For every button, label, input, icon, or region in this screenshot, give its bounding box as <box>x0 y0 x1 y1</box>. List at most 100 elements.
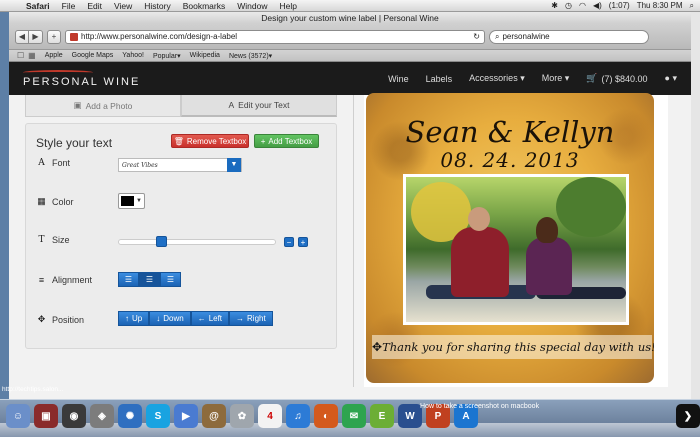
menu-history[interactable]: History <box>138 1 176 11</box>
volume-icon[interactable]: ◀) <box>593 1 602 10</box>
safari-icon[interactable]: ✺ <box>118 404 142 428</box>
arrow-right-icon: → <box>236 314 245 323</box>
align-left-button[interactable]: ☰ <box>118 272 139 287</box>
font-label: Font <box>52 158 71 168</box>
bookmark-news[interactable]: News (3572)▾ <box>229 52 272 60</box>
font-row: A Font <box>36 158 70 168</box>
nav-more[interactable]: More ▾ <box>542 73 570 84</box>
search-text[interactable]: personalwine <box>502 32 549 41</box>
back-button[interactable]: ◀ <box>15 29 29 44</box>
menu-bookmarks[interactable]: Bookmarks <box>177 1 232 11</box>
move-right-button[interactable]: → Right <box>229 311 273 326</box>
label-date-text[interactable]: 08. 24. 2013 <box>366 148 654 172</box>
arrow-up-icon: ↑ <box>125 314 129 323</box>
editor-panel: ▣ Add a Photo A Edit your Text Style you… <box>25 95 337 387</box>
window-title: Design your custom wine label | Personal… <box>9 12 691 24</box>
bookmarks-bar: ☐ ▦ Apple Google Maps Yahoo! Popular▾ Wi… <box>9 50 691 62</box>
align-right-button[interactable]: ☰ <box>160 272 181 287</box>
label-thanks-text[interactable]: Thank you for sharing this special day w… <box>382 340 654 354</box>
menu-edit[interactable]: Edit <box>81 1 108 11</box>
arrow-left-icon: ← <box>197 314 206 323</box>
tab-add-photo[interactable]: ▣ Add a Photo <box>25 95 181 117</box>
move-right-label: Right <box>247 314 266 323</box>
size-slider[interactable] <box>118 236 276 247</box>
trash-icon: 🗑 <box>173 136 184 146</box>
photo-man-head <box>468 207 490 231</box>
move-icon: ✥ <box>37 314 46 324</box>
finder-icon[interactable]: ☺ <box>6 404 30 428</box>
photo-booth-icon[interactable]: ▣ <box>34 404 58 428</box>
word-icon[interactable]: W <box>398 404 422 428</box>
forward-button[interactable]: ▶ <box>29 29 43 44</box>
address-bar[interactable]: http://www.personalwine.com/design-a-lab… <box>65 29 485 44</box>
user-menu[interactable]: ● ▾ <box>665 73 677 84</box>
nav-labels[interactable]: Labels <box>426 74 453 84</box>
font-select[interactable]: Great Vibes ▼ <box>118 158 242 172</box>
menu-app-safari[interactable]: Safari <box>20 1 56 11</box>
label-names-text[interactable]: Sean & Kellyn <box>366 115 654 149</box>
timemachine-icon[interactable]: ◷ <box>565 1 572 10</box>
color-picker[interactable]: ▼ <box>118 193 145 209</box>
evernote-icon[interactable]: E <box>370 404 394 428</box>
reload-icon[interactable]: ↻ <box>473 32 480 41</box>
battery-indicator[interactable]: (1:07) <box>609 1 630 10</box>
move-up-label: Up <box>132 314 143 323</box>
style-heading: Style your text <box>36 136 113 150</box>
itunes-icon[interactable]: ♫ <box>286 404 310 428</box>
reading-list-icon[interactable]: ☐ <box>17 51 24 60</box>
menu-view[interactable]: View <box>108 1 138 11</box>
style-text-panel: Style your text 🗑 Remove Textbox + Add T… <box>25 123 337 349</box>
chevron-down-icon[interactable]: ▼ <box>227 158 241 172</box>
logo-text: PERSONAL WINE <box>23 75 141 88</box>
editor-tabs: ▣ Add a Photo A Edit your Text <box>25 95 337 117</box>
move-down-button[interactable]: ↓ Down <box>149 311 191 326</box>
menu-file[interactable]: File <box>56 1 82 11</box>
calendar-icon[interactable]: 4 <box>258 404 282 428</box>
arrow-down-icon: ↓ <box>156 314 161 323</box>
trash-dock-icon[interactable]: ❯ <box>676 404 700 428</box>
menu-help[interactable]: Help <box>273 1 302 11</box>
bookmark-apple[interactable]: Apple <box>45 52 63 59</box>
messages-icon[interactable]: ✉ <box>342 404 366 428</box>
bookmark-wikipedia[interactable]: Wikipedia <box>190 52 220 59</box>
label-preview: Sean & Kellyn 08. 24. 2013 ✥ Thank you f… <box>364 93 668 387</box>
site-logo[interactable]: PERSONAL WINE <box>23 69 141 88</box>
preview-app-icon[interactable]: ◈ <box>90 404 114 428</box>
facetime-icon[interactable]: ▶ <box>174 404 198 428</box>
cart-link[interactable]: 🛒 (7) $840.00 <box>586 73 647 84</box>
top-sites-icon[interactable]: ▦ <box>28 51 36 60</box>
clock[interactable]: Thu 8:30 PM <box>637 1 683 10</box>
bookmark-google-maps[interactable]: Google Maps <box>72 52 114 59</box>
address-book-icon[interactable]: @ <box>202 404 226 428</box>
move-handle-icon[interactable]: ✥ <box>372 340 382 354</box>
bookmark-yahoo[interactable]: Yahoo! <box>122 52 144 59</box>
add-bookmark-button[interactable]: + <box>47 29 61 44</box>
skype-icon[interactable]: S <box>146 404 170 428</box>
menu-extras: ✱ ◷ ◠ ◀) (1:07) Thu 8:30 PM ⌕ <box>551 1 700 11</box>
spotlight-icon[interactable]: ⌕ <box>690 1 694 11</box>
search-field[interactable]: ⌕ personalwine <box>489 29 649 44</box>
selected-textbox[interactable]: ✥ Thank you for sharing this special day… <box>372 335 654 359</box>
size-decrease-button[interactable]: − <box>284 237 294 247</box>
wifi-icon[interactable]: ◠ <box>579 1 586 10</box>
label-photo[interactable] <box>403 174 629 325</box>
tab-edit-text[interactable]: A Edit your Text <box>181 95 337 117</box>
nav-accessories[interactable]: Accessories ▾ <box>469 73 525 84</box>
nav-wine[interactable]: Wine <box>388 74 409 84</box>
size-slider-handle[interactable] <box>155 236 167 247</box>
remove-textbox-button[interactable]: 🗑 Remove Textbox <box>171 134 249 148</box>
size-increase-button[interactable]: + <box>298 237 308 247</box>
align-center-button[interactable]: ☰ <box>139 272 160 287</box>
iphoto-icon[interactable]: ✿ <box>230 404 254 428</box>
add-textbox-button[interactable]: + Add Textbox <box>254 134 319 148</box>
firefox-icon[interactable]: ◐ <box>314 404 338 428</box>
color-caret-icon: ▼ <box>136 198 142 204</box>
menu-window[interactable]: Window <box>231 1 273 11</box>
bookmark-popular[interactable]: Popular▾ <box>153 52 181 60</box>
bluetooth-icon[interactable]: ✱ <box>551 1 558 10</box>
url-text[interactable]: http://www.personalwine.com/design-a-lab… <box>81 32 470 41</box>
dashboard-icon[interactable]: ◉ <box>62 404 86 428</box>
desktop-text-left-1: http://techtips.salon... <box>2 386 64 393</box>
move-up-button[interactable]: ↑ Up <box>118 311 150 326</box>
move-left-button[interactable]: ← Left <box>190 311 230 326</box>
